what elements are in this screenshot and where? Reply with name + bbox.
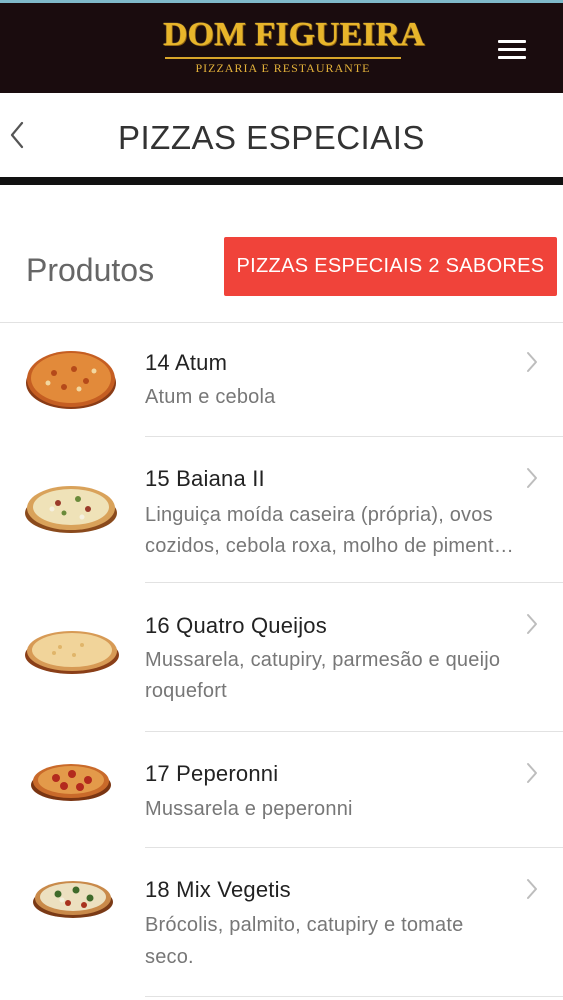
product-description-line2: cozidos, cebola roxa, molho de piment…	[145, 535, 514, 557]
pizza-image	[26, 351, 116, 409]
list-divider	[145, 996, 563, 997]
product-description: Mussarela e peperonni	[145, 798, 353, 820]
product-item-peperonni[interactable]: 17 Peperonni Mussarela e peperonni	[0, 732, 563, 848]
product-name: 16 Quatro Queijos	[145, 613, 327, 638]
product-name: 14 Atum	[145, 350, 228, 375]
chevron-right-icon	[527, 614, 537, 634]
title-divider-bar	[0, 177, 563, 185]
product-description-line1: Linguiça moída caseira (própria), ovos	[145, 504, 493, 526]
pizza-image	[25, 631, 119, 674]
section-title: Produtos	[26, 252, 155, 288]
chevron-right-icon	[527, 352, 537, 372]
product-name: 17 Peperonni	[145, 761, 279, 786]
pizza-image	[25, 486, 117, 533]
chevron-right-icon	[527, 879, 537, 899]
product-item-atum[interactable]: 14 Atum Atum e cebola	[0, 323, 563, 437]
logo-subtitle: PIZZARIA E RESTAURANTE	[195, 61, 371, 75]
product-name: 15 Baiana II	[145, 466, 265, 491]
chevron-left-icon	[10, 121, 24, 149]
product-item-baiana-ii[interactable]: 15 Baiana II Linguiça moída caseira (pró…	[0, 437, 563, 583]
brand-logo[interactable]: DOM FIGUEIRA PIZZARIA E RESTAURANTE	[163, 15, 425, 83]
product-item-quatro-queijos[interactable]: 16 Quatro Queijos Mussarela, catupiry, p…	[0, 583, 563, 732]
page-title: PIZZAS ESPECIAIS	[118, 119, 425, 156]
menu-bar	[498, 40, 526, 43]
product-description: Atum e cebola	[145, 386, 276, 408]
product-item-mix-vegetis[interactable]: 18 Mix Vegetis Brócolis, palmito, catupi…	[0, 848, 563, 1000]
product-description-line1: Mussarela, catupiry, parmesão e queijo	[145, 649, 501, 671]
pizza-image	[31, 764, 111, 801]
logo-main-text: DOM FIGUEIRA	[163, 16, 425, 53]
hamburger-menu-icon[interactable]	[494, 37, 532, 63]
menu-bar	[498, 56, 526, 59]
page-titlebar: PIZZAS ESPECIAIS	[0, 93, 563, 177]
product-name: 18 Mix Vegetis	[145, 877, 291, 902]
pizza-image	[33, 881, 113, 918]
logo-divider	[165, 57, 401, 59]
product-description-line1: Brócolis, palmito, catupiry e tomate	[145, 914, 464, 936]
two-flavors-button[interactable]: PIZZAS ESPECIAIS 2 SABORES	[224, 237, 557, 296]
chevron-right-icon	[527, 763, 537, 783]
product-description-line2: seco.	[145, 946, 194, 968]
product-description-line2: roquefort	[145, 680, 227, 702]
app-header: DOM FIGUEIRA PIZZARIA E RESTAURANTE	[0, 3, 563, 93]
chevron-right-icon	[527, 468, 537, 488]
menu-bar	[498, 48, 526, 51]
back-button[interactable]	[4, 115, 34, 155]
